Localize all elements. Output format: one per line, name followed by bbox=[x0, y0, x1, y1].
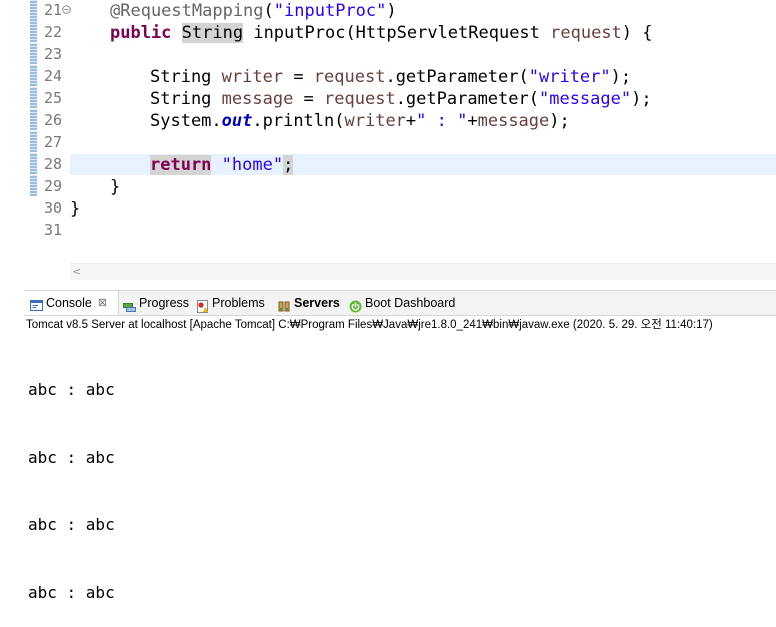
console-line: abc : abc bbox=[28, 582, 115, 602]
boot-dashboard-icon bbox=[349, 297, 362, 312]
change-marker bbox=[30, 131, 37, 152]
tab-label: Console bbox=[46, 295, 92, 310]
horizontal-scrollbar[interactable]: < bbox=[70, 263, 776, 280]
console-line: abc : abc bbox=[28, 380, 115, 399]
semicolon: ; bbox=[283, 155, 294, 175]
line-number: 27 bbox=[43, 133, 62, 151]
line-number: 31 bbox=[43, 221, 62, 239]
tab-console[interactable]: Console ⊠ bbox=[24, 291, 119, 315]
paren: ( bbox=[263, 1, 274, 21]
variable: request bbox=[324, 89, 396, 109]
problems-icon bbox=[196, 297, 209, 313]
change-marker bbox=[30, 153, 37, 174]
paren: ) bbox=[386, 1, 397, 21]
line-number: 29 bbox=[43, 177, 62, 195]
console-process-label: Tomcat v8.5 Server at localhost [Apache … bbox=[26, 319, 713, 331]
string-literal: "message" bbox=[538, 89, 632, 109]
line-number: 23 bbox=[43, 45, 62, 63]
type-name: String bbox=[150, 89, 222, 109]
line-number: 26 bbox=[43, 111, 62, 129]
console-output[interactable]: abc : abc abc : abc abc : abc abc : abc bbox=[28, 334, 115, 627]
line-number: 22 bbox=[43, 23, 62, 41]
code-line-29: } bbox=[110, 177, 121, 197]
tab-progress[interactable]: Progress bbox=[123, 291, 189, 315]
method-signature-end: ) { bbox=[621, 23, 653, 43]
string-literal: "inputProc" bbox=[273, 1, 387, 21]
line-number: 30 bbox=[43, 199, 62, 217]
change-marker bbox=[30, 65, 37, 86]
left-strip bbox=[0, 0, 24, 431]
string-literal: " : " bbox=[416, 111, 468, 131]
console-line: abc : abc bbox=[28, 447, 115, 467]
code-line-26: System.out.println(writer+" : "+message)… bbox=[150, 111, 570, 132]
operator: = bbox=[283, 67, 314, 87]
change-marker bbox=[30, 21, 37, 42]
tab-label: Problems bbox=[212, 296, 265, 310]
console-line: abc : abc bbox=[28, 515, 115, 534]
change-marker bbox=[30, 43, 37, 64]
variable: message bbox=[221, 89, 294, 109]
close-icon[interactable]: ⊠ bbox=[98, 291, 107, 315]
code-editor[interactable]: 21 22 23 24 25 26 27 28 29 30 31 @Reques… bbox=[24, 0, 776, 262]
change-marker bbox=[30, 87, 37, 108]
tab-servers[interactable]: Servers bbox=[278, 291, 340, 315]
change-marker bbox=[30, 0, 37, 21]
method-call: .getParameter( bbox=[385, 67, 529, 87]
operator: = bbox=[293, 89, 325, 109]
variable: writer bbox=[344, 111, 406, 131]
parameter: request bbox=[550, 23, 622, 43]
change-marker bbox=[30, 175, 37, 196]
static-field: out bbox=[221, 111, 253, 131]
line-number: 21 bbox=[43, 1, 62, 19]
call-end: ); bbox=[549, 111, 570, 131]
code-line-24: String writer = request.getParameter("wr… bbox=[150, 67, 631, 88]
tab-label: Boot Dashboard bbox=[365, 296, 456, 310]
keyword: return bbox=[150, 155, 212, 175]
line-number: 25 bbox=[43, 89, 62, 107]
method-call: .println( bbox=[252, 111, 345, 131]
type-name: String bbox=[181, 23, 244, 43]
operator: + bbox=[467, 111, 478, 131]
variable: writer bbox=[221, 67, 284, 87]
collapse-icon[interactable] bbox=[62, 5, 71, 14]
gutter-bottom bbox=[24, 262, 70, 280]
string-literal: "home" bbox=[221, 155, 284, 175]
class-ref: System. bbox=[150, 111, 222, 131]
annotation: @RequestMapping bbox=[110, 1, 264, 21]
method-signature: inputProc(HttpServletRequest bbox=[243, 23, 551, 43]
scroll-left-icon[interactable]: < bbox=[72, 265, 81, 278]
change-marker bbox=[30, 109, 37, 130]
tab-problems[interactable]: Problems bbox=[196, 291, 265, 315]
servers-icon bbox=[278, 297, 291, 311]
code-line-21: @RequestMapping("inputProc") bbox=[110, 1, 397, 22]
code-line-30: } bbox=[70, 199, 81, 219]
console-icon bbox=[30, 296, 43, 311]
code-line-25: String message = request.getParameter("m… bbox=[150, 89, 652, 110]
type-name: String bbox=[150, 67, 222, 87]
progress-icon bbox=[123, 297, 136, 312]
code-line-22: public String inputProc(HttpServletReque… bbox=[110, 23, 653, 44]
call-end: ); bbox=[610, 67, 632, 87]
string-literal: "writer" bbox=[528, 67, 611, 87]
overview-ruler bbox=[24, 0, 38, 262]
line-number: 24 bbox=[43, 67, 62, 85]
tab-label: Progress bbox=[139, 296, 190, 310]
call-end: ); bbox=[631, 89, 652, 109]
variable: message bbox=[477, 111, 550, 131]
tab-label: Servers bbox=[294, 296, 340, 310]
operator: + bbox=[405, 111, 417, 131]
variable: request bbox=[313, 67, 386, 87]
bottom-panel-tabs: Console ⊠ Progress Problems Servers Boot… bbox=[24, 290, 776, 316]
tab-boot-dashboard[interactable]: Boot Dashboard bbox=[349, 291, 455, 315]
line-number: 28 bbox=[43, 155, 62, 173]
keyword: public bbox=[110, 23, 172, 43]
code-line-28: return "home"; bbox=[150, 155, 294, 176]
method-call: .getParameter( bbox=[395, 89, 539, 109]
